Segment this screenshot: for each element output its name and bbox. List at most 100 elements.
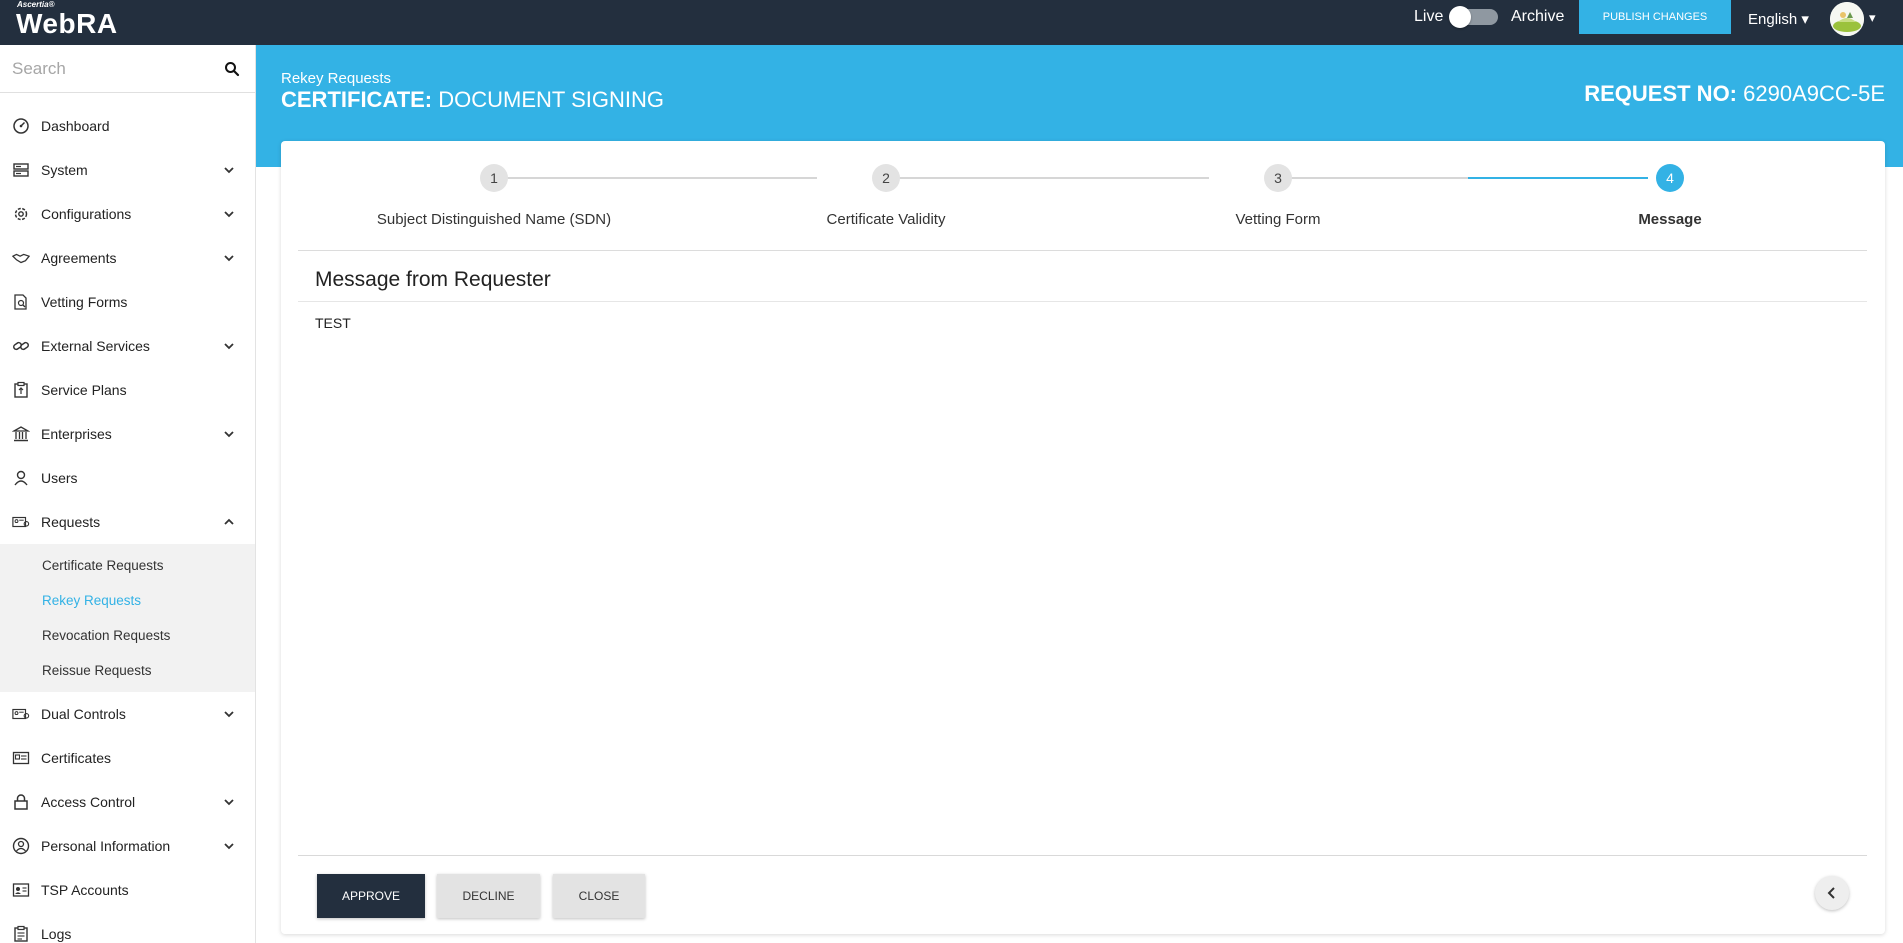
breadcrumb: Rekey Requests	[281, 70, 392, 87]
step-4-label[interactable]: Message	[1474, 211, 1866, 228]
sidebar-item-system[interactable]: System	[0, 148, 255, 192]
sidebar-subitem-revocation-requests[interactable]: Revocation Requests	[0, 618, 255, 653]
sidebar-item-label: Vetting Forms	[41, 294, 128, 310]
step-4-number[interactable]: 4	[1656, 164, 1684, 192]
sidebar-item-label: Logs	[41, 926, 72, 942]
chevron-down-icon[interactable]	[222, 339, 236, 353]
sidebar-item-logs[interactable]: Logs	[0, 912, 255, 943]
step-1-label[interactable]: Subject Distinguished Name (SDN)	[298, 211, 690, 228]
sidebar-item-access-control[interactable]: Access Control	[0, 780, 255, 824]
search-input[interactable]	[12, 57, 212, 81]
archive-label: Archive	[1511, 8, 1565, 25]
sidebar-item-dashboard[interactable]: Dashboard	[0, 104, 255, 148]
step-2-label[interactable]: Certificate Validity	[690, 211, 1082, 228]
chevron-down-icon[interactable]	[222, 839, 236, 853]
request-number: REQUEST NO: 6290A9CC-5E	[1584, 81, 1885, 107]
document-search-icon	[12, 293, 30, 311]
approve-button[interactable]: APPROVE	[317, 874, 425, 918]
avatar-caret-icon[interactable]: ▾	[1869, 10, 1876, 26]
sidebar-item-label: Configurations	[41, 206, 132, 222]
sidebar-item-label: System	[41, 162, 88, 178]
sidebar-item-label: TSP Accounts	[41, 882, 129, 898]
chevron-down-icon[interactable]	[222, 707, 236, 721]
sidebar-item-label: Dashboard	[41, 118, 110, 134]
chevron-down-icon[interactable]	[222, 795, 236, 809]
chevron-down-icon[interactable]	[222, 251, 236, 265]
sidebar-item-label: Users	[41, 470, 78, 486]
stepper: 1 2 3 4 Subject Distinguished Name (SDN)…	[298, 141, 1867, 251]
sidebar-item-certificates[interactable]: Certificates	[0, 736, 255, 780]
close-button[interactable]: CLOSE	[553, 874, 645, 918]
top-bar: Ascertia® WebRA Live Archive PUBLISH CHA…	[0, 0, 1903, 45]
step-connector	[1278, 177, 1468, 179]
sidebar-item-users[interactable]: Users	[0, 456, 255, 500]
id-card-icon	[12, 513, 30, 531]
step-3-number[interactable]: 3	[1264, 164, 1292, 192]
decline-button[interactable]: DECLINE	[437, 874, 540, 918]
sidebar: Dashboard System Configurations Agreemen…	[0, 45, 256, 943]
step-connector	[886, 177, 1209, 179]
sidebar-item-vetting-forms[interactable]: Vetting Forms	[0, 280, 255, 324]
sidebar-item-dual-controls[interactable]: Dual Controls	[0, 692, 255, 736]
step-connector-active	[1468, 177, 1648, 179]
sidebar-item-enterprises[interactable]: Enterprises	[0, 412, 255, 456]
avatar-image-icon	[1830, 2, 1864, 36]
sidebar-item-configurations[interactable]: Configurations	[0, 192, 255, 236]
live-archive-toggle[interactable]	[1449, 6, 1498, 28]
bank-icon	[12, 425, 30, 443]
gear-icon	[12, 205, 30, 223]
divider	[298, 855, 1867, 856]
sidebar-item-label: Enterprises	[41, 426, 112, 442]
sidebar-item-personal-information[interactable]: Personal Information	[0, 824, 255, 868]
request-number-value: 6290A9CC-5E	[1737, 81, 1885, 106]
dashboard-icon	[12, 117, 30, 135]
chevron-left-icon	[1827, 887, 1835, 899]
collapse-button[interactable]	[1815, 876, 1849, 910]
sidebar-item-external-services[interactable]: External Services	[0, 324, 255, 368]
clipboard-icon	[12, 381, 30, 399]
step-3-label[interactable]: Vetting Form	[1082, 211, 1474, 228]
certificate-icon	[12, 749, 30, 767]
avatar[interactable]	[1830, 2, 1864, 36]
id-card-icon	[12, 705, 30, 723]
server-icon	[12, 161, 30, 179]
handshake-icon	[12, 249, 30, 267]
message-title: Message from Requester	[315, 268, 551, 291]
page-title: CERTIFICATE: DOCUMENT SIGNING	[281, 87, 664, 113]
sidebar-subitem-rekey-requests[interactable]: Rekey Requests	[0, 583, 255, 618]
page-title-label: CERTIFICATE:	[281, 87, 433, 112]
sidebar-subitem-certificate-requests[interactable]: Certificate Requests	[0, 548, 255, 583]
sidebar-item-label: Access Control	[41, 794, 136, 810]
sidebar-item-service-plans[interactable]: Service Plans	[0, 368, 255, 412]
sidebar-item-label: Certificates	[41, 750, 112, 766]
chevron-up-icon[interactable]	[222, 515, 236, 529]
step-2-number[interactable]: 2	[872, 164, 900, 192]
sidebar-subitem-reissue-requests[interactable]: Reissue Requests	[0, 653, 255, 688]
step-connector	[494, 177, 817, 179]
lock-icon	[12, 793, 30, 811]
sidebar-item-label: Agreements	[41, 250, 117, 266]
user-icon	[12, 469, 30, 487]
badge-icon	[12, 881, 30, 899]
chevron-down-icon[interactable]	[222, 207, 236, 221]
chevron-down-icon[interactable]	[222, 163, 236, 177]
search-box	[0, 45, 255, 93]
sidebar-item-label: Dual Controls	[41, 706, 126, 722]
step-1-number[interactable]: 1	[480, 164, 508, 192]
live-label: Live	[1414, 8, 1444, 25]
log-icon	[12, 925, 30, 943]
page-title-value: DOCUMENT SIGNING	[432, 87, 664, 112]
requests-submenu: Certificate Requests Rekey Requests Revo…	[0, 544, 255, 692]
divider	[298, 301, 1867, 302]
sidebar-item-tsp-accounts[interactable]: TSP Accounts	[0, 868, 255, 912]
chevron-down-icon[interactable]	[222, 427, 236, 441]
link-icon	[12, 337, 30, 355]
search-icon[interactable]	[224, 61, 240, 77]
publish-changes-button[interactable]: PUBLISH CHANGES	[1579, 0, 1731, 34]
sidebar-item-requests[interactable]: Requests	[0, 500, 255, 544]
sidebar-item-label: External Services	[41, 338, 150, 354]
sidebar-item-label: Service Plans	[41, 382, 127, 398]
sidebar-item-agreements[interactable]: Agreements	[0, 236, 255, 280]
request-card: 1 2 3 4 Subject Distinguished Name (SDN)…	[281, 141, 1885, 934]
language-selector[interactable]: English ▾	[1748, 10, 1809, 28]
